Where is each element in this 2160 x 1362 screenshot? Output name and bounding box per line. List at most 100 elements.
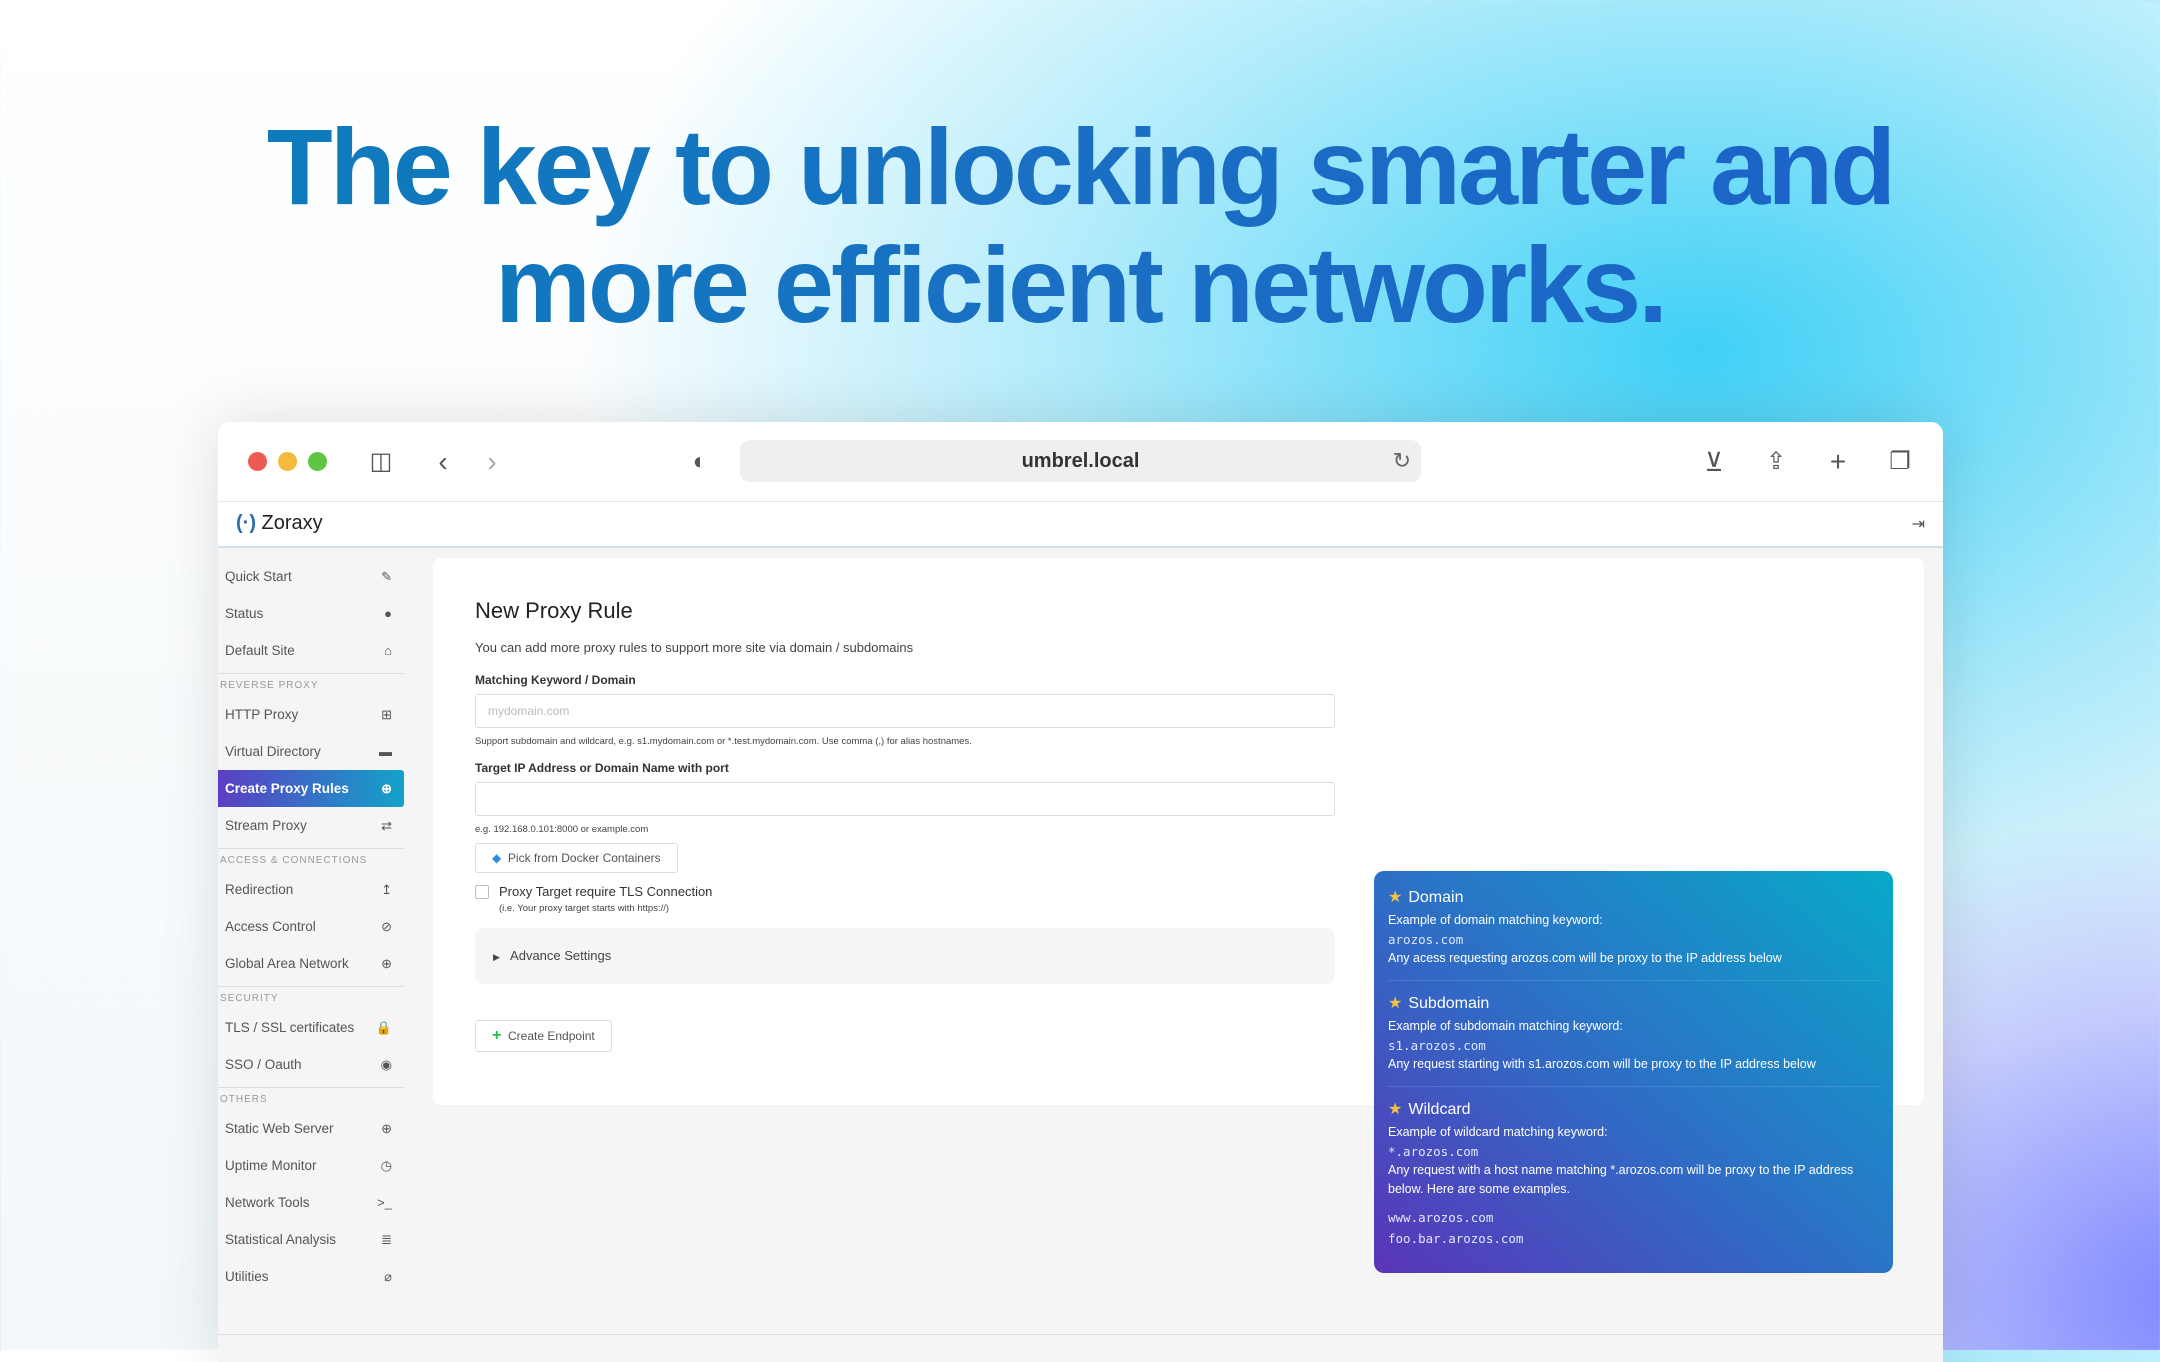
sidebar-item-icon: ⊘ [381,919,392,934]
close-window-button[interactable] [248,452,267,471]
target-hint: e.g. 192.168.0.101:8000 or example.com [475,824,649,835]
sidebar-item-label: Network Tools [225,1195,310,1210]
sidebar-item-label: Access Control [225,919,316,934]
sidebar-item-label: Utilities [225,1269,269,1284]
sidebar-item-icon: >_ [377,1195,392,1210]
sidebar-item-status[interactable]: Status ● [218,595,404,632]
reload-icon[interactable]: ↻ [1393,440,1411,482]
caret-right-icon: ▶ [493,952,500,962]
domain-input[interactable]: mydomain.com [475,694,1335,728]
download-icon[interactable]: ⊻ [1696,444,1732,480]
info-example: www.arozos.com [1388,1210,1494,1225]
info-line: Example of wildcard matching keyword: [1388,1125,1608,1139]
sidebar-item-access-control[interactable]: Access Control ⊘ [218,908,404,945]
zoraxy-logo[interactable]: (·) Zoraxy [236,512,323,535]
back-icon[interactable]: ‹ [425,444,461,480]
info-section-wildcard: ★ Wildcard Example of wildcard matching k… [1388,1095,1879,1261]
info-line: Example of domain matching keyword: [1388,913,1603,927]
info-line: Any acess requesting arozos.com will be … [1388,951,1782,965]
info-line: Any request starting with s1.arozos.com … [1388,1057,1816,1071]
sidebar-item-label: Status [225,606,264,621]
info-title: Wildcard [1408,1101,1471,1118]
sidebar-item-icon: ⊞ [381,707,392,722]
sidebar-item-stream-proxy[interactable]: Stream Proxy ⇄ [218,807,404,844]
logo-icon: (·) [236,512,256,534]
star-icon: ★ [1388,995,1403,1012]
sidebar-item-icon: ◉ [380,1057,392,1072]
sidebar-item-icon: ⇄ [381,818,392,833]
sidebar-item-label: Redirection [225,882,294,897]
sidebar-item-icon: ⌀ [384,1269,392,1284]
sidebar-item-icon: ⊕ [381,781,392,796]
page-description: You can add more proxy rules to support … [475,640,914,655]
sidebar-item-icon: ✎ [381,569,392,584]
sidebar-item-statistical-analysis[interactable]: Statistical Analysis ≣ [218,1221,404,1258]
sidebar-section-title: OTHERS [218,1087,404,1110]
sidebar-item-quick-start[interactable]: Quick Start ✎ [218,558,404,595]
sidebar-item-global-area-network[interactable]: Global Area Network ⊕ [218,945,404,982]
sidebar-item-icon: ⊕ [381,1121,392,1136]
domain-hint: Support subdomain and wildcard, e.g. s1.… [475,736,972,747]
forward-icon[interactable]: › [474,444,510,480]
sidebar-item-label: SSO / Oauth [225,1057,302,1072]
app-name: Zoraxy [261,512,323,534]
target-label: Target IP Address or Domain Name with po… [475,761,729,775]
sidebar-item-static-web-server[interactable]: Static Web Server ⊕ [218,1110,404,1147]
sidebar-item-label: Static Web Server [225,1121,334,1136]
sidebar-item-network-tools[interactable]: Network Tools >_ [218,1184,404,1221]
target-input[interactable] [475,782,1335,816]
new-tab-icon[interactable]: + [1820,444,1856,480]
url-text: umbrel.local [1021,450,1140,472]
share-icon[interactable]: ⇪ [1758,444,1794,480]
sidebar-item-create-proxy-rules[interactable]: Create Proxy Rules ⊕ [218,770,404,807]
info-section-subdomain: ★ Subdomain Example of subdomain matching… [1388,989,1879,1087]
headline: The key to unlocking smarter and more ef… [0,108,2160,344]
create-endpoint-label: Create Endpoint [508,1029,595,1043]
sidebar-section-title: ACCESS & CONNECTIONS [218,848,404,871]
star-icon: ★ [1388,1101,1403,1118]
browser-window: ◫ ‹ › ◐ umbrel.local ↻ ⊻ ⇪ + ❐ (·) Zoraxy… [218,422,1943,1362]
minimize-window-button[interactable] [278,452,297,471]
maximize-window-button[interactable] [308,452,327,471]
tabs-overview-icon[interactable]: ❐ [1882,444,1918,480]
sidebar-item-label: HTTP Proxy [225,707,299,722]
page-title: New Proxy Rule [475,598,633,623]
sidebar: Quick Start ✎ Status ● Default Site ⌂ REVERSE … [218,558,404,1295]
sidebar-item-icon: 🔒 [375,1020,392,1035]
sidebar-item-utilities[interactable]: Utilities ⌀ [218,1258,404,1295]
info-title: Domain [1408,889,1464,906]
shield-icon[interactable]: ◐ [682,444,718,480]
logout-icon[interactable]: ⇥ [1912,514,1925,534]
advance-settings-toggle[interactable]: ▶ Advance Settings [475,928,1335,984]
create-endpoint-button[interactable]: + Create Endpoint [475,1020,612,1052]
info-line: Example of subdomain matching keyword: [1388,1019,1623,1033]
pick-docker-button[interactable]: ◆ Pick from Docker Containers [475,843,678,873]
info-code: s1.arozos.com [1388,1038,1486,1053]
sidebar-item-icon: ⊕ [381,956,392,971]
sidebar-item-label: TLS / SSL certificates [225,1020,355,1035]
sidebar-item-http-proxy[interactable]: HTTP Proxy ⊞ [218,696,404,733]
sidebar-item-uptime-monitor[interactable]: Uptime Monitor ◷ [218,1147,404,1184]
sidebar-section-title: SECURITY [218,986,404,1009]
sidebar-item-label: Global Area Network [225,956,349,971]
sidebar-item-icon: ≣ [381,1232,392,1247]
sidebar-item-sso-oauth[interactable]: SSO / Oauth ◉ [218,1046,404,1083]
sidebar-toggle-icon[interactable]: ◫ [363,444,399,480]
info-line: Any request with a host name matching *.… [1388,1163,1854,1196]
sidebar-item-icon: ▬ [379,744,392,759]
sidebar-item-redirection[interactable]: Redirection ↥ [218,871,404,908]
sidebar-item-label: Virtual Directory [225,744,321,759]
address-bar[interactable]: umbrel.local ↻ [740,440,1421,482]
app-header: (·) Zoraxy ⇥ [218,502,1943,548]
sidebar-item-default-site[interactable]: Default Site ⌂ [218,632,404,669]
sidebar-item-virtual-directory[interactable]: Virtual Directory ▬ [218,733,404,770]
tls-label: Proxy Target require TLS Connection [499,884,713,899]
matching-info-panel: ★ Domain Example of domain matching keywo… [1374,871,1893,1273]
sidebar-item-tls-ssl-certificates[interactable]: TLS / SSL certificates 🔒 [218,1009,404,1046]
docker-icon: ◆ [492,851,502,865]
info-code: *.arozos.com [1388,1144,1479,1159]
info-example: foo.bar.arozos.com [1388,1231,1524,1246]
headline-line-2: more efficient networks. [494,224,1666,345]
sidebar-item-label: Default Site [225,643,295,658]
tls-checkbox[interactable] [475,885,489,899]
